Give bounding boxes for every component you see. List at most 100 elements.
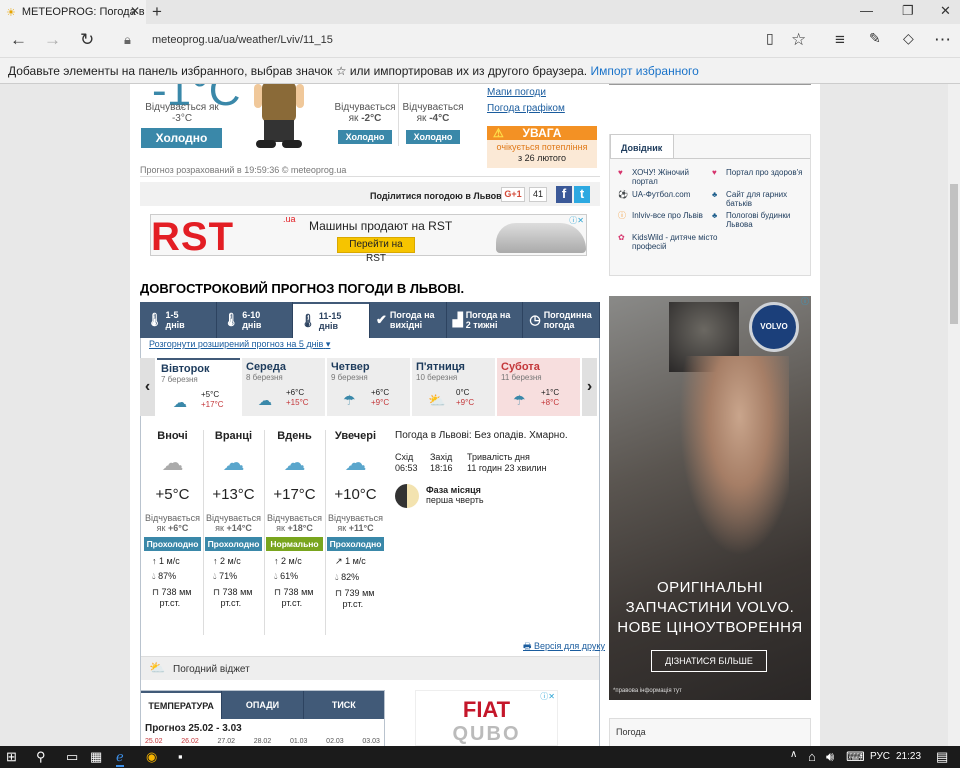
- page-viewport: -1°C Відчувається як -3°C Холодно Відчув…: [0, 84, 948, 746]
- day-card[interactable]: П'ятниця 10 березня ⛅ 0°C +9°C: [412, 358, 495, 416]
- period-column: Вночі ☁ +5°C Відчувається як +6°C Прохоло…: [144, 430, 201, 608]
- reading-view-icon[interactable]: ▯: [766, 30, 774, 47]
- tab-6-10-days[interactable]: 🌡︎ 6-10 днів: [217, 302, 294, 338]
- back-icon[interactable]: ←: [10, 30, 27, 50]
- tab-1-5-days[interactable]: 🌡︎ 1-5 днів: [140, 302, 217, 338]
- app-icon[interactable]: ▪: [178, 749, 183, 764]
- adchoices-icon[interactable]: ⓘ✕: [540, 691, 555, 702]
- wind-arrow-icon: ↑: [152, 556, 157, 566]
- web-note-icon[interactable]: ✎: [869, 30, 881, 47]
- windows-start-icon[interactable]: ⊞: [6, 749, 17, 765]
- rst-ad-button[interactable]: Перейти на RST: [337, 237, 415, 264]
- directory-link[interactable]: ♥ ХОЧУ! Жіночий портал: [618, 168, 706, 186]
- share-icon[interactable]: ◇: [903, 30, 914, 47]
- caret-down-icon: ▾: [325, 339, 331, 349]
- new-tab-icon[interactable]: +: [152, 2, 162, 22]
- minimize-icon[interactable]: —: [860, 3, 873, 18]
- favorite-star-icon[interactable]: ☆: [791, 30, 806, 50]
- meteoprog-favicon-icon: ☀: [6, 6, 16, 19]
- language-indicator[interactable]: РУС: [870, 751, 890, 762]
- favorites-hint: Добавьте элементы на панель избранного, …: [8, 64, 588, 78]
- tab-pressure[interactable]: ТИСК: [302, 691, 384, 719]
- tab-2-weeks[interactable]: ▟ Погода на 2 тижні: [447, 302, 524, 338]
- col2-feels: Відчувається як -2°C: [334, 102, 396, 124]
- store-icon[interactable]: ▦: [90, 749, 102, 765]
- tab-strip: ☀ METEOPROG: Погода в ✕ + — ❐ ✕: [0, 0, 960, 24]
- next-days-arrow[interactable]: ›: [582, 358, 597, 416]
- url-field[interactable]: meteoprog.ua/ua/weather/Lviv/11_15: [152, 34, 333, 46]
- task-view-icon[interactable]: ▭: [66, 749, 78, 765]
- directory-link[interactable]: ♥ Портал про здоров'я: [712, 168, 806, 177]
- directory-link[interactable]: ⚽ UA-Футбол.com: [618, 190, 706, 199]
- close-tab-icon[interactable]: ✕: [130, 4, 140, 18]
- cloud-icon: ☁: [258, 392, 272, 408]
- volume-icon[interactable]: 🔊︎: [826, 749, 834, 765]
- adchoices-icon[interactable]: ⓘ: [801, 296, 809, 307]
- weather-chart-link[interactable]: Погода графіком: [487, 103, 565, 114]
- tab-weekend[interactable]: ✔ Погода на вихідні: [370, 302, 447, 338]
- warning-box[interactable]: ⚠ УВАГА очікується потепління з 26 лютог…: [487, 126, 597, 168]
- volvo-logo: VOLVO: [749, 302, 799, 352]
- sunset: Захід 18:16: [430, 452, 453, 473]
- printer-icon: 🖶︎: [523, 641, 532, 651]
- tab-temperature[interactable]: ТЕМПЕРАТУРА: [141, 691, 222, 719]
- tab-precipitation[interactable]: ОПАДИ: [221, 691, 303, 719]
- keyboard-icon[interactable]: ⌨: [846, 749, 865, 765]
- directory-link[interactable]: ✿ KidsWild - дитяче місто професій: [618, 233, 718, 251]
- tray-chevron-icon[interactable]: ∧: [790, 749, 797, 760]
- divider: [398, 84, 399, 146]
- restore-icon[interactable]: ❐: [902, 3, 914, 19]
- page-scrollbar[interactable]: [948, 84, 960, 746]
- more-icon[interactable]: ⋯: [934, 30, 951, 50]
- adchoices-icon[interactable]: ⓘ✕: [569, 215, 584, 226]
- search-icon[interactable]: ⚲: [36, 749, 46, 765]
- day-card[interactable]: Середа 8 березня ☁ +6°C +15°C: [242, 358, 325, 416]
- facebook-share-icon[interactable]: f: [556, 186, 572, 203]
- weather-box: Погода: [609, 718, 811, 746]
- close-window-icon[interactable]: ✕: [940, 3, 951, 19]
- comfort-badge: Прохолодно: [205, 537, 262, 551]
- volvo-ad[interactable]: VOLVO ⓘ ОРИГІНАЛЬНІ ЗАПЧАСТИНИ VOLVO. НОВЕ…: [609, 296, 811, 700]
- humidity-icon: 💧︎: [274, 571, 278, 581]
- favorites-bar: Добавьте элементы на панель избранного, …: [0, 58, 960, 84]
- tab-hourly[interactable]: ◷ Погодинна погода: [523, 302, 601, 338]
- day-card[interactable]: Субота 11 березня ☂ +1°C +8°C: [497, 358, 580, 416]
- forward-icon[interactable]: →: [44, 30, 61, 50]
- directory-link[interactable]: ♣ Сайт для гарних батьків: [712, 190, 806, 208]
- pressure-icon: ⊓: [152, 587, 160, 597]
- prev-days-arrow[interactable]: ‹: [140, 358, 155, 416]
- chrome-icon[interactable]: ◉: [146, 749, 157, 765]
- wind-arrow-icon: ↑: [274, 556, 279, 566]
- gplus-count: 41: [529, 187, 547, 202]
- edge-browser-icon[interactable]: ℯ: [116, 749, 124, 767]
- volvo-learn-more-button[interactable]: ДІЗНАТИСЯ БІЛЬШЕ: [651, 650, 767, 672]
- browser-tab[interactable]: ☀ METEOPROG: Погода в ✕: [0, 0, 146, 24]
- hub-icon[interactable]: ≡: [835, 30, 845, 50]
- thermometer-icon: 🌡︎: [146, 312, 163, 327]
- volvo-legal-note: *правова інформація тут: [613, 688, 682, 694]
- scrollbar-thumb[interactable]: [950, 184, 958, 324]
- directory-link[interactable]: ⓘ Inlviv-все про Львів: [618, 211, 706, 220]
- refresh-icon[interactable]: ↻: [80, 30, 94, 50]
- address-bar: ← → ↻ 🔒︎ meteoprog.ua/ua/weather/Lviv/11…: [0, 24, 960, 58]
- twitter-share-icon[interactable]: t: [574, 186, 590, 203]
- notifications-icon[interactable]: ▤: [936, 749, 948, 765]
- widget-bar[interactable]: ⛅ Погодний віджет: [141, 656, 599, 680]
- weather-maps-link[interactable]: Мапи погоди: [487, 87, 546, 98]
- print-version-link[interactable]: 🖶︎ Версія для друку: [523, 639, 605, 655]
- network-icon[interactable]: ⌂: [808, 749, 816, 764]
- gplus-button[interactable]: G+1: [501, 187, 525, 202]
- fiat-ad[interactable]: FIAT QUBO ⓘ✕: [415, 690, 558, 746]
- wind-arrow-icon: ↗: [335, 556, 343, 566]
- expand-forecast-link[interactable]: Розгорнути розширений прогноз на 5 днів …: [149, 339, 330, 350]
- directory-link[interactable]: ♣ Пологові будинки Львова: [712, 211, 806, 229]
- tab-11-15-days[interactable]: 🌡︎ 11-15 днів: [293, 302, 371, 338]
- clock-icon: ◷: [529, 312, 541, 327]
- day-card[interactable]: Вівторок 7 березня ☁ +5°C +17°C: [157, 358, 240, 416]
- rst-ad-banner[interactable]: RST .ua Машины продают на RST Перейти на…: [150, 214, 587, 264]
- clock[interactable]: 21:23: [896, 751, 921, 762]
- day-card[interactable]: Четвер 9 березня ☂ +6°C +9°C: [327, 358, 410, 416]
- football-icon: ⚽: [618, 190, 628, 199]
- directory-tab[interactable]: Довідник: [610, 134, 674, 158]
- import-favorites-link[interactable]: Импорт избранного: [590, 64, 698, 78]
